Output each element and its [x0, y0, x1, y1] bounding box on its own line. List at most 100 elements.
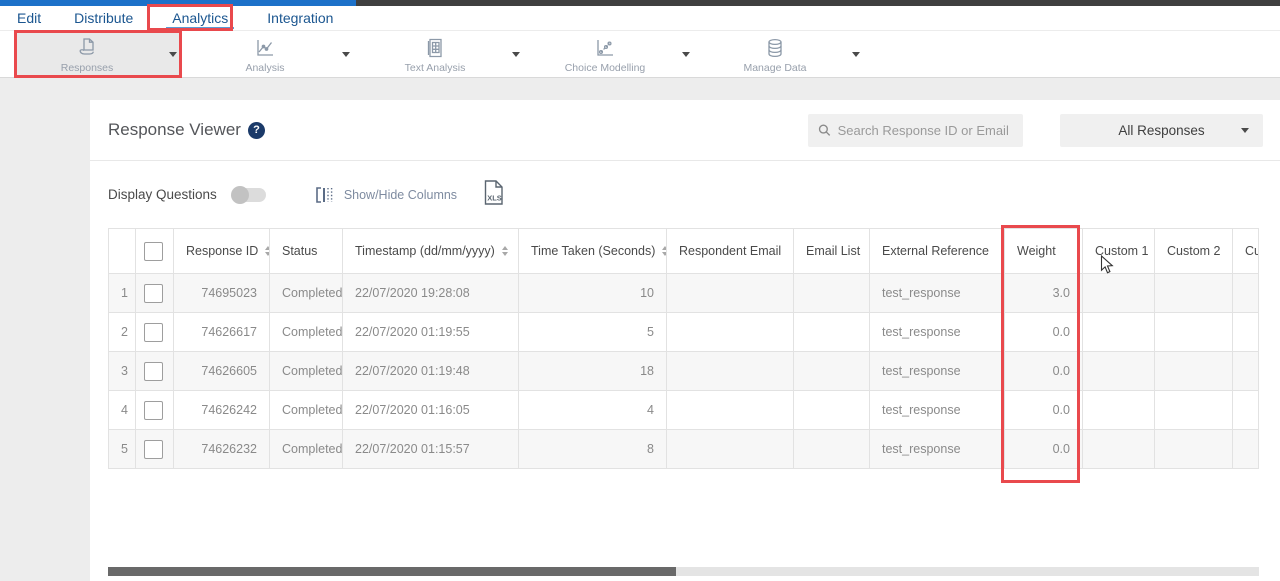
toolbar-item-label: Manage Data — [743, 62, 806, 74]
col-header-custom2[interactable]: Custom 2 — [1155, 229, 1233, 274]
nav-tab-integration[interactable]: Integration — [267, 10, 333, 26]
row-number: 1 — [109, 274, 136, 313]
weight-cell: 0.0 — [1005, 391, 1083, 430]
row-select-cell — [136, 430, 174, 469]
table-row: 2 74626617 Completed 22/07/2020 01:19:55… — [109, 313, 1259, 352]
custom1-cell — [1083, 274, 1155, 313]
respondent-email-cell — [667, 352, 794, 391]
response-id-link[interactable]: 74626232 — [174, 430, 270, 469]
col-header-custom1[interactable]: Custom 1 — [1083, 229, 1155, 274]
row-select-cell — [136, 391, 174, 430]
time-taken-cell: 8 — [519, 430, 667, 469]
response-id-link[interactable]: 74695023 — [174, 274, 270, 313]
weight-cell: 0.0 — [1005, 430, 1083, 469]
timestamp-cell: 22/07/2020 19:28:08 — [343, 274, 519, 313]
email-list-cell — [794, 352, 870, 391]
page-background: Response Viewer ? All Responses Display … — [0, 78, 1280, 581]
timestamp-cell: 22/07/2020 01:19:55 — [343, 313, 519, 352]
page-title: Response Viewer — [108, 120, 241, 140]
custom3-cell — [1233, 352, 1259, 391]
col-header-external-reference[interactable]: External Reference — [870, 229, 1005, 274]
analytics-toolbar: Responses Analysis — [0, 31, 1280, 78]
search-input[interactable] — [838, 123, 1013, 138]
toolbar-item-label: Choice Modelling — [565, 62, 646, 74]
chevron-down-icon[interactable] — [342, 52, 350, 57]
columns-icon — [314, 185, 334, 205]
mouse-cursor-icon — [1100, 255, 1114, 280]
show-hide-columns-button[interactable]: Show/Hide Columns — [314, 185, 457, 205]
col-header-email-list[interactable]: Email List — [794, 229, 870, 274]
row-checkbox[interactable] — [144, 284, 163, 303]
custom2-cell — [1155, 391, 1233, 430]
row-checkbox[interactable] — [144, 362, 163, 381]
export-xls-button[interactable]: XLS — [483, 180, 504, 210]
status-cell: Completed — [270, 352, 343, 391]
status-cell: Completed — [270, 430, 343, 469]
timestamp-cell: 22/07/2020 01:19:48 — [343, 352, 519, 391]
sort-icon[interactable] — [662, 246, 666, 256]
external-reference-cell: test_response — [870, 352, 1005, 391]
row-checkbox[interactable] — [144, 440, 163, 459]
filter-selected-value: All Responses — [1118, 123, 1204, 138]
chevron-down-icon[interactable] — [169, 52, 177, 57]
weight-cell: 0.0 — [1005, 352, 1083, 391]
display-questions-toggle[interactable] — [232, 188, 266, 202]
email-list-cell — [794, 391, 870, 430]
chevron-down-icon[interactable] — [682, 52, 690, 57]
response-filter-dropdown[interactable]: All Responses — [1060, 114, 1263, 147]
toolbar-item-label: Responses — [61, 62, 114, 74]
horizontal-scrollbar[interactable] — [108, 567, 1259, 576]
col-header-weight[interactable]: Weight — [1005, 229, 1083, 274]
external-reference-cell: test_response — [870, 430, 1005, 469]
select-all-checkbox[interactable] — [144, 242, 163, 261]
custom3-cell — [1233, 430, 1259, 469]
row-number: 5 — [109, 430, 136, 469]
sort-icon[interactable] — [265, 246, 269, 256]
status-cell: Completed — [270, 391, 343, 430]
row-checkbox[interactable] — [144, 323, 163, 342]
nav-tab-analytics[interactable]: Analytics — [166, 8, 234, 29]
toolbar-item-manage-data[interactable]: Manage Data — [710, 33, 860, 76]
response-id-link[interactable]: 74626605 — [174, 352, 270, 391]
row-select-cell — [136, 352, 174, 391]
col-header-response-id[interactable]: Response ID — [174, 229, 270, 274]
custom2-cell — [1155, 313, 1233, 352]
chevron-down-icon[interactable] — [852, 52, 860, 57]
response-id-link[interactable]: 74626617 — [174, 313, 270, 352]
timestamp-cell: 22/07/2020 01:15:57 — [343, 430, 519, 469]
svg-text:XLS: XLS — [487, 193, 502, 202]
toolbar-item-analysis[interactable]: Analysis — [200, 33, 350, 76]
response-id-link[interactable]: 74626242 — [174, 391, 270, 430]
col-header-time-taken[interactable]: Time Taken (Seconds) — [519, 229, 667, 274]
respondent-email-cell — [667, 313, 794, 352]
row-number: 2 — [109, 313, 136, 352]
row-checkbox[interactable] — [144, 401, 163, 420]
scrollbar-thumb[interactable] — [108, 567, 676, 576]
table-row: 4 74626242 Completed 22/07/2020 01:16:05… — [109, 391, 1259, 430]
manage-data-icon — [763, 36, 787, 60]
email-list-cell — [794, 313, 870, 352]
toolbar-item-text-analysis[interactable]: Text Analysis — [370, 33, 520, 76]
custom1-cell — [1083, 391, 1155, 430]
help-icon[interactable]: ? — [248, 122, 265, 139]
custom1-cell — [1083, 352, 1155, 391]
sort-icon[interactable] — [502, 246, 508, 256]
toolbar-item-choice-modelling[interactable]: Choice Modelling — [540, 33, 690, 76]
nav-tab-distribute[interactable]: Distribute — [74, 10, 133, 26]
col-header-respondent-email[interactable]: Respondent Email — [667, 229, 794, 274]
respondent-email-cell — [667, 274, 794, 313]
col-header-status[interactable]: Status — [270, 229, 343, 274]
table-header-row: Response ID Status Timestamp (dd/mm/yyyy… — [109, 229, 1259, 274]
time-taken-cell: 18 — [519, 352, 667, 391]
time-taken-cell: 5 — [519, 313, 667, 352]
custom2-cell — [1155, 352, 1233, 391]
col-header-custom3[interactable]: Cus — [1233, 229, 1259, 274]
toolbar-item-responses[interactable]: Responses — [17, 33, 179, 76]
email-list-cell — [794, 274, 870, 313]
custom1-cell — [1083, 430, 1155, 469]
custom2-cell — [1155, 430, 1233, 469]
chevron-down-icon[interactable] — [512, 52, 520, 57]
col-header-timestamp[interactable]: Timestamp (dd/mm/yyyy) — [343, 229, 519, 274]
search-box — [808, 114, 1023, 147]
nav-tab-edit[interactable]: Edit — [17, 10, 41, 26]
